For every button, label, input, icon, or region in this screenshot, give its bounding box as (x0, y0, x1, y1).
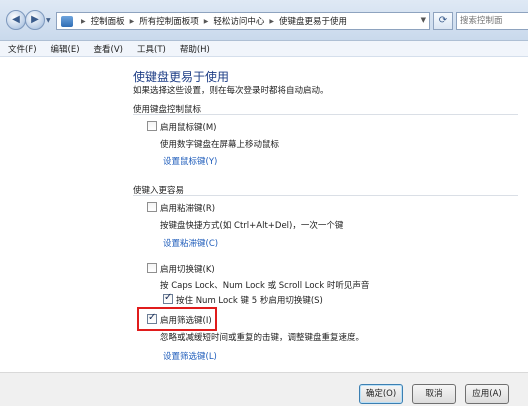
control-panel-icon (61, 15, 73, 27)
main-content: 使键盘更易于使用 如果选择这些设置，则在每次登录时都将自动启动。 使用键盘控制鼠… (0, 57, 528, 372)
group-divider (133, 195, 518, 196)
filter-keys-description: 忽略或减缓短时间或重复的击键，调整键盘重复速度。 (160, 333, 365, 343)
menu-tools[interactable]: 工具(T) (137, 43, 166, 55)
sticky-keys-checkbox[interactable] (147, 202, 157, 212)
breadcrumb-separator-icon[interactable]: ▶ (81, 18, 86, 25)
apply-button[interactable]: 应用(A) (465, 384, 509, 404)
recent-pages-dropdown-icon[interactable]: ▼ (46, 17, 51, 24)
toggle-keys-description: 按 Caps Lock、Num Lock 或 Scroll Lock 时听见声音 (160, 281, 370, 291)
search-input[interactable] (456, 12, 528, 30)
toggle-keys-checkbox[interactable] (147, 263, 157, 273)
setup-mouse-keys-link[interactable]: 设置鼠标键(Y) (163, 155, 217, 167)
toggle-keys-label[interactable]: 启用切换键(K) (160, 263, 215, 275)
breadcrumb-separator-icon[interactable]: ▶ (269, 18, 274, 25)
breadcrumb-ease-of-access[interactable]: 轻松访问中心 (213, 15, 264, 27)
breadcrumb-separator-icon[interactable]: ▶ (204, 18, 209, 25)
group-divider (133, 114, 518, 115)
num-lock-toggle-label[interactable]: 按住 Num Lock 键 5 秒启用切换键(S) (176, 294, 323, 306)
menu-edit[interactable]: 编辑(E) (51, 43, 80, 55)
setup-filter-keys-link[interactable]: 设置筛选键(L) (163, 350, 217, 362)
refresh-icon[interactable]: ⟳ (433, 12, 453, 30)
menu-help[interactable]: 帮助(H) (180, 43, 210, 55)
sticky-keys-label[interactable]: 启用粘滞键(R) (160, 202, 215, 214)
num-lock-toggle-checkbox[interactable] (163, 292, 173, 304)
address-bar: ◀ ▶ ▼ ▶ 控制面板 ▶ 所有控制面板项 ▶ 轻松访问中心 ▶ 使键盘更易于… (0, 0, 528, 41)
button-bar: 确定(O) 取消 应用(A) (0, 372, 528, 406)
page-subtitle: 如果选择这些设置，则在每次登录时都将自动启动。 (133, 86, 329, 96)
breadcrumb-control-panel[interactable]: 控制面板 (91, 15, 125, 27)
page-title: 使键盘更易于使用 (133, 70, 230, 84)
mouse-keys-label[interactable]: 启用鼠标键(M) (160, 121, 216, 133)
menu-bar: 文件(F) 编辑(E) 查看(V) 工具(T) 帮助(H) (0, 41, 528, 57)
mouse-keys-checkbox[interactable] (147, 121, 157, 131)
address-dropdown-icon[interactable]: ▼ (421, 16, 426, 24)
menu-view[interactable]: 查看(V) (94, 43, 123, 55)
forward-arrow-icon[interactable]: ▶ (25, 10, 45, 30)
highlight-box (137, 307, 217, 331)
ok-button[interactable]: 确定(O) (359, 384, 403, 404)
setup-sticky-keys-link[interactable]: 设置粘滞键(C) (163, 237, 218, 249)
mouse-keys-description: 使用数字键盘在屏幕上移动鼠标 (160, 140, 280, 150)
cancel-button[interactable]: 取消 (412, 384, 456, 404)
breadcrumb[interactable]: ▶ 控制面板 ▶ 所有控制面板项 ▶ 轻松访问中心 ▶ 使键盘更易于使用 ▼ (56, 12, 430, 30)
sticky-keys-description: 按键盘快捷方式(如 Ctrl+Alt+Del)，一次一个键 (160, 221, 344, 231)
back-arrow-icon[interactable]: ◀ (6, 10, 26, 30)
menu-file[interactable]: 文件(F) (8, 43, 37, 55)
breadcrumb-all-items[interactable]: 所有控制面板项 (139, 15, 199, 27)
breadcrumb-keyboard[interactable]: 使键盘更易于使用 (279, 15, 347, 27)
breadcrumb-separator-icon[interactable]: ▶ (130, 18, 135, 25)
